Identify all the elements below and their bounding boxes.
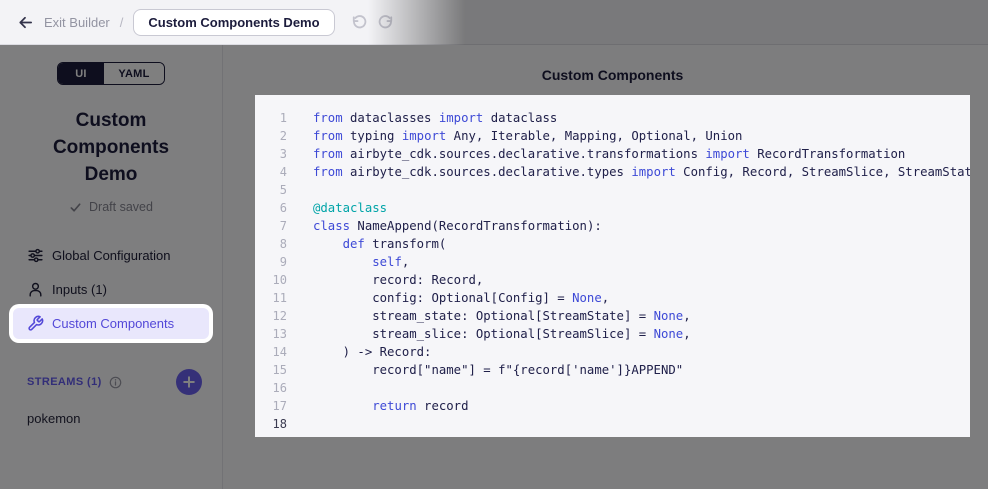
code-line: 2from typing import Any, Iterable, Mappi… [255,127,970,145]
wrench-icon [27,315,44,332]
code-line: 18 [255,415,970,433]
sidebar-item-custom-components[interactable]: Custom Components [13,308,209,339]
line-number: 3 [255,145,287,163]
sidebar-item-label: Global Configuration [52,248,171,263]
code-line: 12 stream_state: Optional[StreamState] =… [255,307,970,325]
connector-title: Custom Components Demo [35,107,187,188]
exit-builder-link[interactable]: Exit Builder [44,15,110,30]
stream-item-pokemon[interactable]: pokemon [27,411,209,426]
code-line: 8 def transform( [255,235,970,253]
topbar: Exit Builder / Custom Components Demo [0,0,988,45]
info-icon[interactable] [109,376,122,389]
line-number: 18 [255,415,287,433]
back-arrow-icon[interactable] [14,11,36,33]
check-icon [69,201,82,214]
add-stream-button[interactable] [176,369,202,395]
draft-status-label: Draft saved [89,200,153,214]
sidebar-item-label: Inputs (1) [52,282,107,297]
code-line: 9 self, [255,253,970,271]
code-lines: 1from dataclasses import dataclass2from … [255,109,970,433]
sidebar-item-inputs[interactable]: Inputs (1) [13,274,209,305]
ui-yaml-toggle: UI YAML [57,62,165,85]
line-number: 17 [255,397,287,415]
line-number: 8 [255,235,287,253]
code-line: 17 return record [255,397,970,415]
sidebar-item-label: Custom Components [52,316,174,331]
code-line: 15 record["name"] = f"{record['name']}AP… [255,361,970,379]
code-line: 7class NameAppend(RecordTransformation): [255,217,970,235]
code-line: 10 record: Record, [255,271,970,289]
redo-icon[interactable] [377,12,397,32]
sidebar: UI YAML Custom Components Demo Draft sav… [0,45,223,489]
user-icon [27,281,44,298]
main-panel: Custom Components 1from dataclasses impo… [223,45,988,489]
toggle-yaml-button[interactable]: YAML [104,63,164,84]
line-number: 15 [255,361,287,379]
toggle-ui-button[interactable]: UI [58,63,104,84]
code-line: 11 config: Optional[Config] = None, [255,289,970,307]
undo-icon[interactable] [349,12,369,32]
line-number: 13 [255,325,287,343]
streams-header: STREAMS (1) [13,369,209,395]
line-number: 10 [255,271,287,289]
line-number: 4 [255,163,287,181]
streams-label: STREAMS (1) [27,376,102,388]
code-line: 3from airbyte_cdk.sources.declarative.tr… [255,145,970,163]
code-line: 16 [255,379,970,397]
panel-heading: Custom Components [255,67,970,83]
line-number: 14 [255,343,287,361]
sliders-icon [27,247,44,264]
line-number: 1 [255,109,287,127]
line-number: 9 [255,253,287,271]
code-line: 6@dataclass [255,199,970,217]
code-line: 1from dataclasses import dataclass [255,109,970,127]
line-number: 12 [255,307,287,325]
project-name-input[interactable]: Custom Components Demo [133,9,334,36]
connector-builder-app: Exit Builder / Custom Components Demo UI… [0,0,988,489]
line-number: 6 [255,199,287,217]
line-number: 2 [255,127,287,145]
code-editor[interactable]: 1from dataclasses import dataclass2from … [255,95,970,437]
code-line: 5 [255,181,970,199]
sidebar-item-global-configuration[interactable]: Global Configuration [13,240,209,271]
draft-status: Draft saved [0,200,222,214]
code-line: 13 stream_slice: Optional[StreamSlice] =… [255,325,970,343]
line-number: 5 [255,181,287,199]
line-number: 7 [255,217,287,235]
code-line: 14 ) -> Record: [255,343,970,361]
line-number: 11 [255,289,287,307]
code-line: 4from airbyte_cdk.sources.declarative.ty… [255,163,970,181]
sidebar-nav: Global Configuration Inputs (1) Custom C… [0,240,222,339]
line-number: 16 [255,379,287,397]
breadcrumb-separator: / [120,15,124,30]
